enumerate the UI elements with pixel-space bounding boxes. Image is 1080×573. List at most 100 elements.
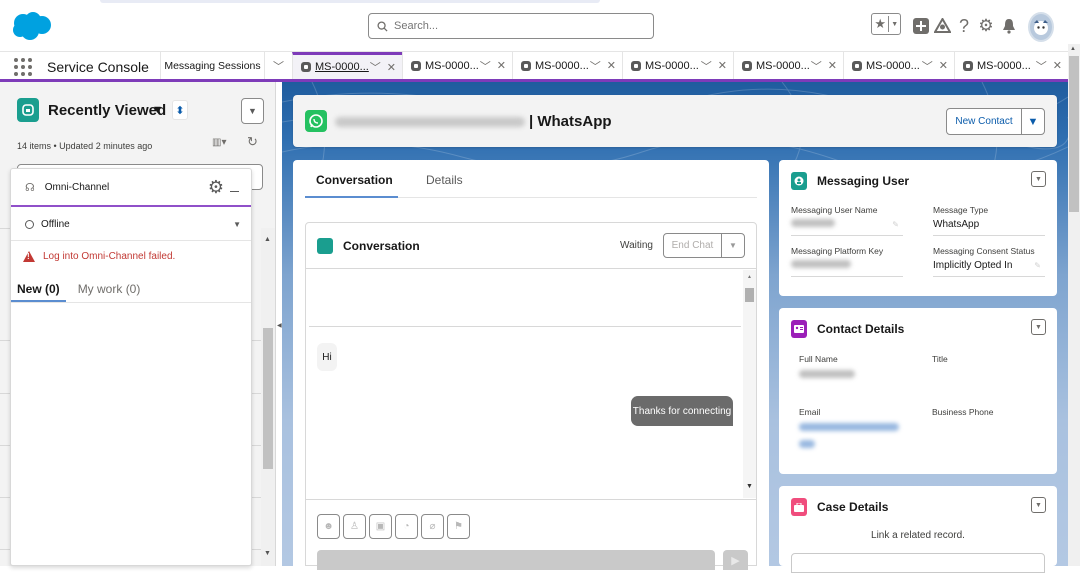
workspace-tab[interactable]: MS-0000... ﹀ ✕ [622,52,733,79]
card-title: Case Details [817,500,889,514]
workspace-tab[interactable]: MS-0000... ﹀ ✕ [292,52,402,79]
help-icon[interactable]: ? [954,16,974,36]
field-value: Implicitly Opted In [933,260,1013,271]
chevron-down-icon[interactable]: ﹀ [701,58,712,74]
field-value-redacted-link[interactable] [799,423,919,448]
scroll-up-icon[interactable]: ▲ [1070,46,1076,52]
notifications-bell-icon[interactable] [999,16,1019,36]
tab-conversation[interactable]: Conversation [305,173,398,198]
field-label: Title [932,354,948,364]
card-header: Messaging User [791,172,909,190]
scrollbar-thumb[interactable] [263,328,273,469]
close-icon[interactable]: ✕ [497,59,506,72]
pin-list-view-button[interactable]: ⬍ [172,100,188,120]
gear-icon[interactable]: ⚙ [208,177,224,198]
chevron-down-icon[interactable]: ▼ [722,234,744,257]
list-view-subtitle: 14 items • Updated 2 minutes ago [17,141,153,151]
transcript-scrollbar[interactable]: ▲ ▼ [743,270,756,498]
message-transcript: Hi Thanks for connecting ▲ ▼ [306,270,756,498]
minimize-icon[interactable] [230,190,239,192]
user-avatar[interactable] [1028,12,1054,42]
chevron-down-icon[interactable]: ▼ [1022,109,1044,134]
messaging-session-icon [301,62,311,72]
scroll-down-icon[interactable]: ▼ [746,483,753,490]
send-button[interactable]: ▶ [723,550,748,570]
close-icon[interactable]: ✕ [387,61,396,74]
tab-details[interactable]: Details [426,173,463,187]
close-icon[interactable]: ✕ [607,59,616,72]
close-icon[interactable]: ✕ [718,59,727,72]
page-scrollbar[interactable]: ▲ [1068,44,1080,566]
outbound-message: Thanks for connecting [631,396,733,426]
message-input[interactable] [317,550,715,570]
workspace-tab-label: MS-0000... [425,59,479,72]
new-contact-button-group: New Contact ▼ [946,108,1045,135]
card-menu-chevron-icon[interactable]: ▼ [1031,319,1046,335]
conversation-title: Conversation [343,238,420,253]
list-view-controls-button[interactable]: ▼ [241,98,264,124]
workspace-tab[interactable]: MS-0000... ﹀ ✕ [402,52,512,79]
salesforce-logo[interactable] [10,10,52,42]
scroll-up-icon[interactable]: ▲ [264,236,271,243]
list-view-switcher-icon[interactable]: ▼ [152,104,163,116]
tab-my-work[interactable]: My work (0) [72,277,147,302]
workspace-tab-label: MS-0000... [535,59,589,72]
edit-pencil-icon[interactable]: ✎ [1034,261,1041,270]
presence-status-dropdown[interactable]: Offline ▼ [11,209,251,241]
list-scrollbar[interactable]: ▲ ▼ [261,228,275,566]
workspace-tab[interactable]: MS-0000... ﹀ ✕ [954,52,1068,79]
composer-toolbar: ☻ ♙ ▣ ◔ ⌀ ⚑ [317,514,470,539]
scrollbar-thumb[interactable] [1069,56,1079,212]
omni-channel-title: Omni-Channel [44,181,110,193]
trailhead-icon[interactable] [932,16,952,36]
chevron-down-icon[interactable]: ﹀ [480,58,491,74]
nav-object-tab-messaging-sessions[interactable]: Messaging Sessions [160,52,264,79]
card-menu-chevron-icon[interactable]: ▼ [1031,171,1046,187]
close-icon[interactable]: ✕ [939,59,948,72]
global-actions-plus-icon[interactable] [911,16,931,36]
attachment-icon[interactable]: ⌀ [421,514,444,539]
scroll-down-icon[interactable]: ▼ [264,550,271,557]
conversation-component: Conversation Waiting End Chat ▼ Hi Thank… [305,222,757,570]
emoji-icon[interactable]: ☻ [317,514,340,539]
chevron-down-icon[interactable]: ﹀ [1036,58,1047,74]
nav-menu-chevron[interactable]: ﹀ [264,52,292,79]
scroll-up-icon[interactable]: ▲ [747,274,752,280]
chevron-down-icon[interactable]: ﹀ [590,58,601,74]
list-view-title[interactable]: Recently Viewed [48,102,166,119]
chevron-down-icon[interactable]: ﹀ [922,58,933,74]
app-launcher-icon[interactable] [14,58,32,76]
search-input[interactable] [394,20,634,32]
case-lookup-input[interactable] [791,553,1045,573]
chevron-down-icon[interactable]: ﹀ [370,59,381,75]
tab-new-work[interactable]: New (0) [11,277,66,302]
refresh-icon[interactable]: ↻ [247,134,258,150]
favorites-dropdown-icon[interactable]: ▼ [889,21,900,28]
edit-pencil-icon[interactable]: ✎ [892,220,899,229]
close-icon[interactable]: ✕ [828,59,837,72]
end-chat-button[interactable]: End Chat [664,234,722,257]
close-icon[interactable]: ✕ [1053,59,1062,72]
workspace-tab[interactable]: MS-0000... ﹀ ✕ [843,52,954,79]
conversation-status: Waiting [620,240,653,251]
omni-error-text: Log into Omni-Channel failed. [43,251,176,262]
new-contact-button[interactable]: New Contact [947,109,1022,134]
favorites-star-icon[interactable]: ★ [872,16,890,32]
display-as-icon[interactable]: ▥▾ [212,137,226,148]
setup-gear-icon[interactable]: ⚙ [976,16,996,36]
knowledge-icon[interactable]: ◔ [395,514,418,539]
favorites-button[interactable]: ★ ▼ [871,13,901,35]
workspace-tab[interactable]: MS-0000... ﹀ ✕ [512,52,622,79]
flag-icon[interactable]: ⚑ [447,514,470,539]
pin-icon: ⬍ [175,104,185,117]
scrollbar-thumb[interactable] [745,288,754,302]
messaging-session-icon [521,60,531,71]
transfer-agent-icon[interactable]: ♙ [343,514,366,539]
global-search-box[interactable] [368,13,654,39]
chevron-down-icon[interactable]: ﹀ [811,58,822,74]
workspace-tab[interactable]: MS-0000... ﹀ ✕ [733,52,843,79]
collapse-arrow-icon[interactable]: ◀ [277,322,282,329]
quick-text-icon[interactable]: ▣ [369,514,392,539]
field-title: Title [932,354,1042,382]
card-menu-chevron-icon[interactable]: ▼ [1031,497,1046,513]
